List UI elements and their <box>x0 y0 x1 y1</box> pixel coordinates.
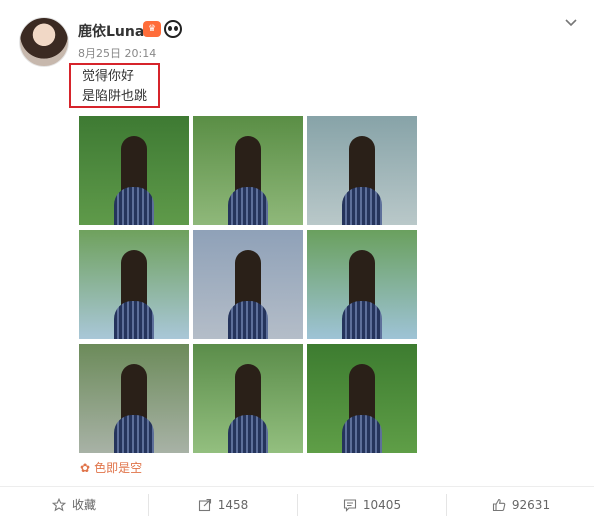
photo-grid <box>79 116 418 454</box>
star-icon <box>51 497 66 511</box>
weibo-post-card: 鹿依Luna ♛ 8月25日 20:14 觉得你好 是陷阱也跳 ✿ 色即是空 收藏 <box>0 0 594 522</box>
topic-tag-label: 色即是空 <box>94 461 143 475</box>
photo-thumbnail[interactable] <box>307 116 417 225</box>
photo-thumbnail[interactable] <box>193 116 303 225</box>
comment-count: 10405 <box>362 497 402 512</box>
vip-badge-icon: ♛ <box>143 21 161 37</box>
comment-button[interactable]: 10405 <box>298 487 446 522</box>
post-text-line: 是陷阱也跳 <box>82 89 148 104</box>
favorite-button[interactable]: 收藏 <box>0 487 148 522</box>
post-text-highlight: 觉得你好 是陷阱也跳 <box>69 63 160 108</box>
like-count: 92631 <box>511 497 551 512</box>
post-timestamp[interactable]: 8月25日 20:14 <box>78 45 156 61</box>
like-button[interactable]: 92631 <box>447 487 594 522</box>
comment-icon <box>343 498 356 512</box>
topic-tag[interactable]: ✿ 色即是空 <box>80 459 142 476</box>
photo-thumbnail[interactable] <box>307 230 417 339</box>
photo-thumbnail[interactable] <box>193 230 303 339</box>
photo-thumbnail[interactable] <box>307 344 417 453</box>
repost-count: 1458 <box>217 497 249 512</box>
photo-thumbnail[interactable] <box>79 344 189 453</box>
repost-icon <box>198 498 211 511</box>
thumbs-up-icon <box>492 498 506 511</box>
repost-button[interactable]: 1458 <box>149 487 297 522</box>
chevron-down-icon[interactable] <box>564 16 578 30</box>
favorite-label: 收藏 <box>71 498 96 512</box>
avatar[interactable] <box>19 17 69 67</box>
flower-icon: ✿ <box>80 461 91 475</box>
photo-thumbnail[interactable] <box>193 344 303 453</box>
post-text-line: 觉得你好 <box>82 69 135 84</box>
username[interactable]: 鹿依Luna <box>78 21 144 41</box>
panda-badge-icon <box>164 20 182 38</box>
photo-thumbnail[interactable] <box>79 230 189 339</box>
photo-thumbnail[interactable] <box>79 116 189 225</box>
